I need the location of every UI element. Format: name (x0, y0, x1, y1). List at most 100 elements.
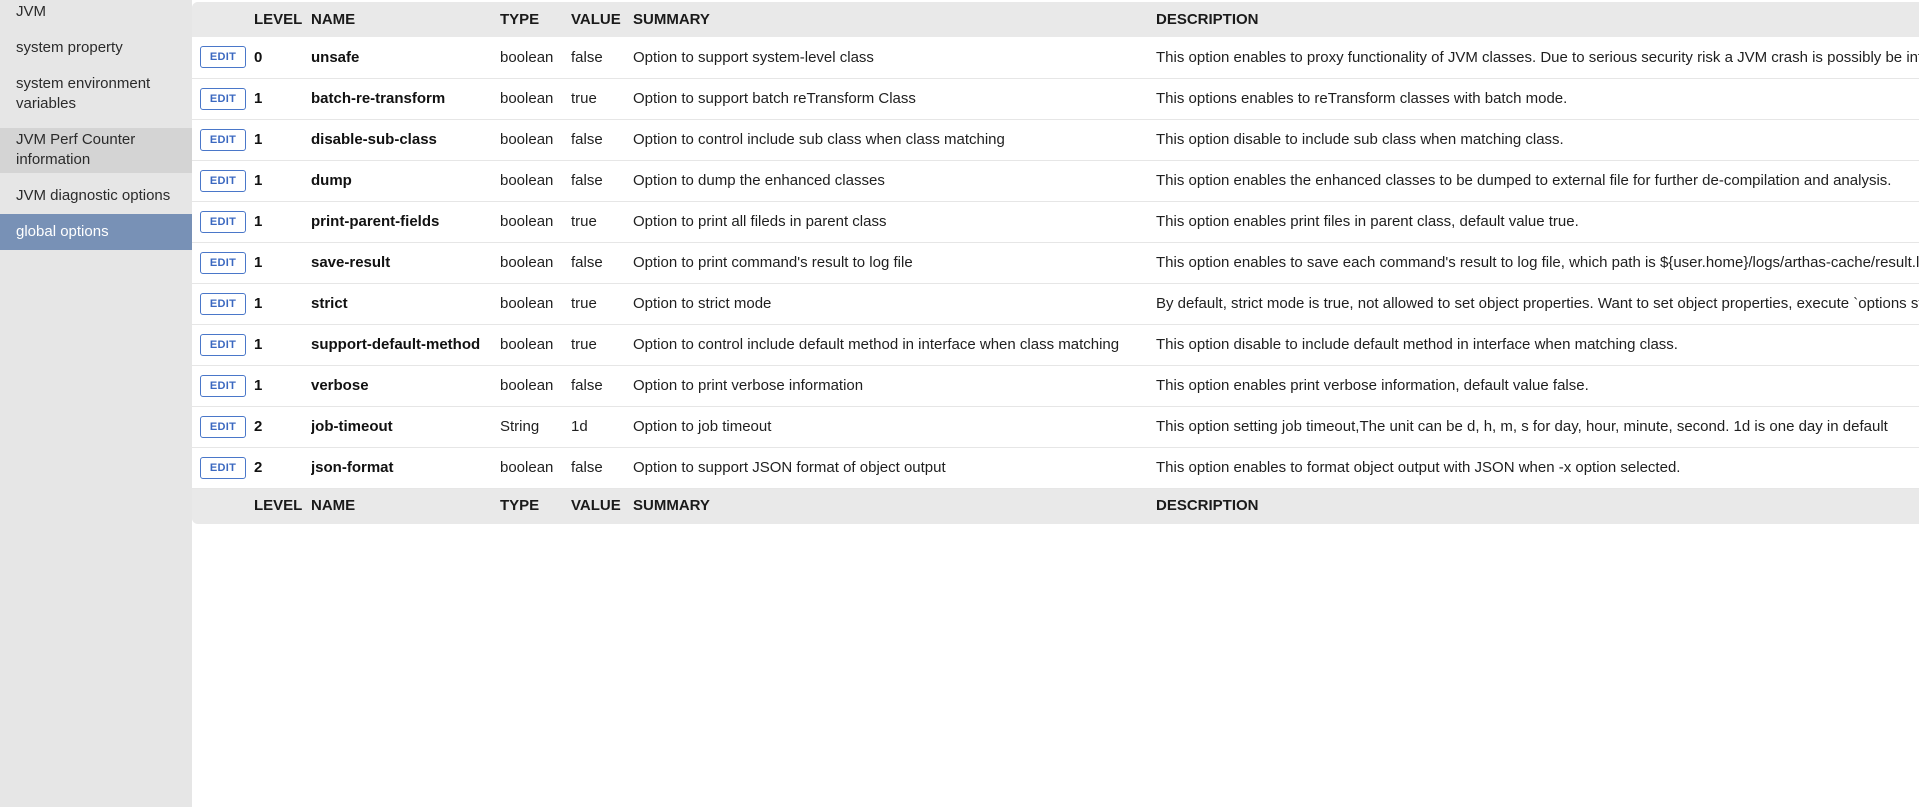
edit-cell: EDIT (192, 406, 254, 447)
cell-summary: Option to print all fileds in parent cla… (633, 213, 887, 230)
edit-cell: EDIT (192, 242, 254, 283)
cell-level: 1 (254, 295, 263, 312)
sidebar-item-jvm-diagnostic-options[interactable]: JVM diagnostic options (0, 186, 192, 208)
cell-level: 2 (254, 418, 263, 435)
cell-name: job-timeout (311, 418, 393, 435)
cell-name: verbose (311, 377, 369, 394)
cell-value: true (571, 213, 597, 230)
cell-type: boolean (500, 48, 554, 66)
edit-button[interactable]: EDIT (200, 210, 246, 233)
cell-summary: Option to support JSON format of object … (633, 459, 946, 476)
table-row: EDIT 1 print-parent-fields boolean true Optio… (192, 201, 1919, 242)
header-value: VALUE (571, 11, 621, 28)
edit-button[interactable]: EDIT (200, 128, 246, 151)
edit-cell: EDIT (192, 119, 254, 160)
cell-level: 1 (254, 336, 263, 353)
cell-description: This option setting job timeout,The unit… (1156, 418, 1888, 435)
edit-button[interactable]: EDIT (200, 169, 246, 192)
cell-value: true (571, 336, 597, 353)
cell-value: 1d (571, 418, 588, 435)
table-row: EDIT 1 dump boolean false Option to dump the … (192, 160, 1919, 201)
table-row: EDIT 1 batch-re-transform boolean true Option… (192, 78, 1919, 119)
footer-value: VALUE (571, 497, 621, 515)
table-body: EDIT 0 unsafe boolean false Option to support… (192, 37, 1919, 488)
cell-description: This option disable to include default m… (1156, 336, 1678, 353)
cell-name: save-result (311, 254, 391, 271)
cell-level: 1 (254, 254, 263, 271)
sidebar-item-jvm-perf-counter[interactable]: JVM Perf Counter information (0, 128, 192, 173)
cell-value: true (571, 295, 597, 312)
cell-description: By default, strict mode is true, not all… (1156, 295, 1919, 312)
edit-cell: EDIT (192, 365, 254, 406)
cell-type: boolean (500, 254, 554, 271)
sidebar-item-global-options[interactable]: global options (0, 214, 192, 250)
table-row: EDIT 1 save-result boolean false Option to pr… (192, 242, 1919, 283)
cell-summary: Option to support system-level class (633, 48, 874, 66)
cell-level: 1 (254, 377, 263, 394)
cell-summary: Option to control include default method… (633, 336, 1120, 353)
table-row: EDIT 0 unsafe boolean false Option to support… (192, 37, 1919, 78)
cell-summary: Option to print command's result to log … (633, 254, 913, 271)
cell-summary: Option to control include sub class when… (633, 131, 1005, 148)
sidebar-item-system-environment-variables[interactable]: system environment variables (0, 74, 192, 116)
app-root: JVM system property system environment v… (0, 0, 1919, 807)
edit-cell: EDIT (192, 324, 254, 365)
table-row: EDIT 1 disable-sub-class boolean false Option… (192, 119, 1919, 160)
edit-button[interactable]: EDIT (200, 251, 246, 274)
cell-type: boolean (500, 131, 554, 148)
cell-value: false (571, 172, 603, 189)
options-table-container: LEVEL NAME TYPE VALUE SUMMARY DESCRIPTIO… (192, 2, 1919, 524)
footer-summary: SUMMARY (633, 497, 710, 515)
header-name: NAME (311, 11, 356, 28)
header-level: LEVEL (254, 11, 303, 28)
edit-cell: EDIT (192, 37, 254, 78)
table-row: EDIT 1 support-default-method boolean true Op… (192, 324, 1919, 365)
cell-description: This options enables to reTransform clas… (1156, 90, 1568, 107)
options-table: LEVEL NAME TYPE VALUE SUMMARY DESCRIPTIO… (192, 2, 1919, 523)
table-row: EDIT 1 strict boolean true Option to strict m… (192, 283, 1919, 324)
cell-name: print-parent-fields (311, 213, 440, 230)
cell-name: unsafe (311, 48, 360, 66)
cell-summary: Option to strict mode (633, 295, 772, 312)
cell-level: 2 (254, 459, 263, 476)
edit-button[interactable]: EDIT (200, 87, 246, 110)
edit-button[interactable]: EDIT (200, 46, 246, 69)
sidebar-item-jvm[interactable]: JVM (0, 2, 192, 24)
cell-description: This option enables the enhanced classes… (1156, 172, 1892, 189)
cell-name: json-format (311, 459, 394, 476)
cell-level: 1 (254, 131, 263, 148)
cell-type: boolean (500, 295, 554, 312)
main-content: LEVEL NAME TYPE VALUE SUMMARY DESCRIPTIO… (192, 0, 1919, 807)
cell-level: 0 (254, 48, 263, 66)
cell-type: String (500, 418, 540, 435)
cell-name: disable-sub-class (311, 131, 437, 148)
cell-name: batch-re-transform (311, 90, 446, 107)
cell-value: false (571, 254, 603, 271)
cell-summary: Option to job timeout (633, 418, 772, 435)
cell-type: boolean (500, 90, 554, 107)
cell-level: 1 (254, 172, 263, 189)
header-type: TYPE (500, 11, 540, 28)
cell-name: strict (311, 295, 348, 312)
cell-type: boolean (500, 172, 554, 189)
cell-value: false (571, 48, 603, 66)
table-row: EDIT 2 job-timeout String 1d Option to job ti… (192, 406, 1919, 447)
edit-button[interactable]: EDIT (200, 374, 246, 397)
cell-description: This option enables to format object out… (1156, 459, 1681, 476)
footer-description: DESCRIPTION (1156, 497, 1259, 515)
edit-button[interactable]: EDIT (200, 456, 246, 479)
header-description: DESCRIPTION (1156, 11, 1259, 28)
cell-value: true (571, 90, 597, 107)
edit-button[interactable]: EDIT (200, 333, 246, 356)
header-summary: SUMMARY (633, 11, 710, 28)
footer-type: TYPE (500, 497, 540, 515)
sidebar-item-system-property[interactable]: system property (0, 38, 192, 60)
edit-button[interactable]: EDIT (200, 415, 246, 438)
edit-button[interactable]: EDIT (200, 292, 246, 315)
footer-edit (192, 488, 254, 523)
footer-level: LEVEL (254, 497, 303, 515)
cell-description: This option enables print verbose inform… (1156, 377, 1589, 394)
header-edit (192, 2, 254, 37)
cell-summary: Option to support batch reTransform Clas… (633, 90, 916, 107)
edit-cell: EDIT (192, 78, 254, 119)
